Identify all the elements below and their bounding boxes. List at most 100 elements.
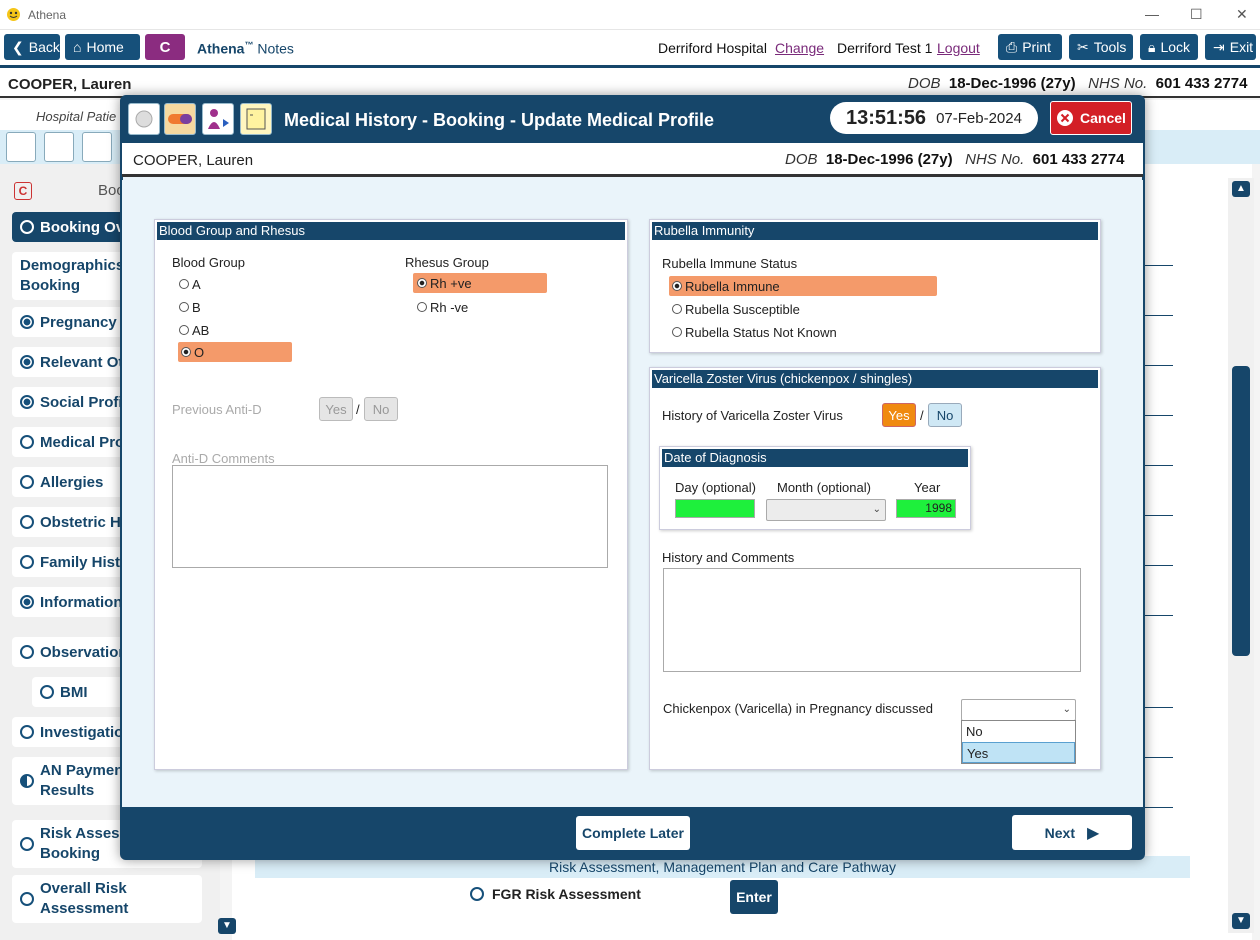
patient-icon[interactable] [82,132,112,162]
tools-icon: ✂ [1077,38,1089,55]
date-of-diagnosis-panel: Date of Diagnosis Day (optional) Month (… [659,446,971,530]
notes-icon[interactable] [240,103,272,135]
day-input[interactable] [675,499,755,518]
varicella-header: Varicella Zoster Virus (chickenpox / shi… [652,370,1098,388]
close-window-button[interactable]: ✕ [1236,6,1248,23]
back-button[interactable]: ❮ Back [4,34,60,60]
gear-icon[interactable] [128,103,160,135]
pregnancy-discussed-select[interactable]: ⌄ [961,699,1076,721]
rubella-option-immune[interactable]: Rubella Immune [669,276,937,296]
history-comments-label: History and Comments [662,550,795,565]
scroll-down-icon[interactable]: ▼ [1232,913,1250,929]
home-button[interactable]: ⌂ Home [65,34,140,60]
radio-icon [20,315,34,329]
dropdown-option-yes[interactable]: Yes [962,742,1075,763]
minimize-button[interactable]: — [1145,6,1159,22]
scrollbar-thumb[interactable] [1232,366,1250,656]
month-label: Month (optional) [777,480,871,495]
sidebar-item-label: Demographics Booking [20,257,125,294]
fgr-risk-item[interactable]: FGR Risk Assessment [470,886,641,902]
clock-display: 13:51:56 07-Feb-2024 [830,102,1038,134]
sidebar-item-label: Obstetric Hi [40,513,126,531]
varicella-separator: / [920,408,924,423]
sidebar-item-label: BMI [60,683,88,701]
blood-group-option-o[interactable]: O [178,342,292,362]
sidebar-scroll-down-icon[interactable]: ▼ [218,918,236,934]
blood-group-option-ab[interactable]: AB [179,320,293,340]
complete-later-button[interactable]: Complete Later [576,816,690,850]
play-arrow-icon: ▶ [1087,824,1100,842]
patient-banner: COOPER, Lauren DOB 18-Dec-1996 (27y) NHS… [0,68,1260,98]
change-hospital-link[interactable]: Change [775,40,824,56]
c-logo-icon: C [14,182,32,200]
lock-icon: 🔒︎ [1148,38,1156,55]
radio-icon [179,302,189,312]
rhesus-option-negative[interactable]: Rh -ve [417,297,547,317]
dropdown-option-no[interactable]: No [962,721,1075,742]
cancel-button[interactable]: Cancel [1050,101,1132,135]
sidebar-item-label: Overall Risk Assessment [40,880,129,917]
radio-icon [179,325,189,335]
lock-button[interactable]: 🔒︎ Lock [1140,34,1198,60]
radio-icon [20,725,34,739]
chevron-down-icon: ⌄ [1062,704,1071,715]
exit-icon: ⇥ [1213,38,1225,55]
pregnancy-discussed-label: Chickenpox (Varicella) in Pregnancy disc… [663,701,933,716]
anti-d-yes-button[interactable]: Yes [319,397,353,421]
home-icon: ⌂ [73,39,82,55]
day-label: Day (optional) [675,480,756,495]
sidebar-item-label: Pregnancy P [40,313,131,331]
modal-header: Medical History - Booking - Update Medic… [122,97,1143,143]
year-input[interactable]: 1998 [896,499,956,518]
history-comments-field[interactable] [663,568,1081,672]
radio-icon [20,515,34,529]
modal-title: Medical History - Booking - Update Medic… [284,110,715,130]
radio-selected-icon [417,278,427,288]
pill-icon[interactable] [164,103,196,135]
modal-patient-banner: COOPER, Lauren DOB 18-Dec-1996 (27y) NHS… [122,143,1143,177]
gear-icon[interactable] [6,132,36,162]
rubella-option-not-known[interactable]: Rubella Status Not Known [672,322,937,342]
rubella-option-susceptible[interactable]: Rubella Susceptible [672,299,937,319]
sidebar-item[interactable]: Overall Risk Assessment [12,875,202,923]
blood-group-option-a[interactable]: A [179,274,293,294]
radio-icon [470,887,484,901]
anti-d-comments-field[interactable] [172,465,608,568]
month-select[interactable]: ⌄ [766,499,886,521]
chevron-left-icon: ❮ [12,38,24,55]
sidebar-item-label: Family Histo [40,553,130,571]
rubella-panel: Rubella Immunity Rubella Immune Status R… [649,219,1101,353]
c-button[interactable]: C [145,34,185,60]
modal-footer: Complete Later Next ▶ [122,807,1143,857]
radio-selected-icon [181,347,191,357]
varicella-yes-button[interactable]: Yes [882,403,916,427]
maximize-button[interactable]: ☐ [1190,6,1203,23]
anti-d-comments-label: Anti-D Comments [172,451,275,466]
hospital-patient-label: Hospital Patie [36,109,117,124]
exit-button[interactable]: ⇥ Exit [1205,34,1256,60]
print-button[interactable]: ⎙ Print [998,34,1062,60]
hospital-name: Derriford Hospital [658,40,767,56]
patient-name: COOPER, Lauren [8,76,132,93]
enter-button[interactable]: Enter [730,880,778,914]
tools-button[interactable]: ✂ Tools [1069,34,1133,60]
radio-icon [20,645,34,659]
anti-d-no-button[interactable]: No [364,397,398,421]
radio-icon [20,475,34,489]
next-button[interactable]: Next ▶ [1012,815,1132,850]
cancel-x-icon [1057,110,1074,126]
sidebar-item-label: Booking Ov [40,218,125,236]
varicella-no-button[interactable]: No [928,403,962,427]
pregnancy-discussed-dropdown: No Yes [961,720,1076,764]
radio-icon [20,355,34,369]
rhesus-option-positive[interactable]: Rh +ve [413,273,547,293]
logout-link[interactable]: Logout [937,40,980,56]
scroll-up-icon[interactable]: ▲ [1232,181,1250,197]
app-name: Athena™ Notes [197,40,294,57]
patient-name: COOPER, Lauren [133,152,254,169]
blood-group-header: Blood Group and Rhesus [157,222,625,240]
patient-arrow-icon[interactable] [202,103,234,135]
radio-icon [20,837,34,851]
pill-icon[interactable] [44,132,74,162]
blood-group-option-b[interactable]: B [179,297,293,317]
